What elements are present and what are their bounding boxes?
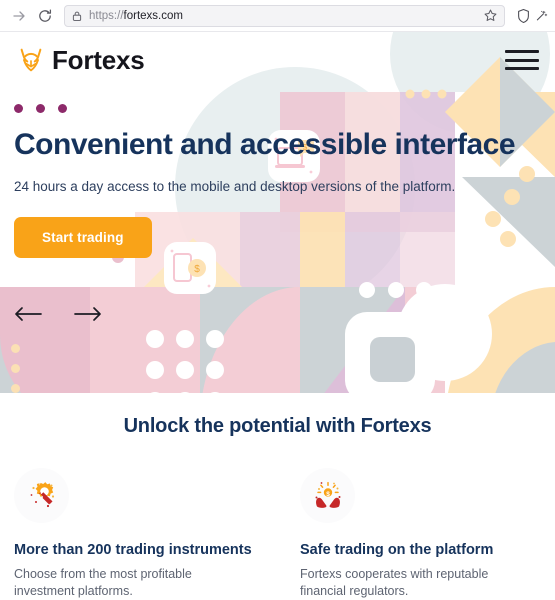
site-header: Fortexs [0, 32, 555, 88]
hero-section: $ $ Fortexs Convenient and accessible in… [0, 32, 555, 393]
hero-subtitle: 24 hours a day access to the mobile and … [14, 178, 456, 194]
forward-button[interactable] [6, 3, 32, 29]
site-logo-text: Fortexs [52, 44, 145, 75]
feature-icon-background [14, 468, 69, 523]
feature-description: Choose from the most profitable investme… [14, 567, 192, 599]
feature-card: More than 200 trading instruments Choose… [14, 468, 255, 600]
feature-title: More than 200 trading instruments [14, 542, 252, 558]
carousel-prev-button[interactable] [14, 304, 44, 324]
extension-button[interactable] [535, 4, 549, 28]
web-page: $ $ Fortexs Convenient and accessible in… [0, 32, 555, 600]
gear-wrench-icon [30, 481, 54, 507]
side-dot [11, 364, 20, 373]
reload-button[interactable] [32, 3, 58, 29]
start-trading-button[interactable]: Start trading [14, 217, 152, 259]
arrow-right-icon [13, 10, 25, 21]
feature-icon-background: $ [300, 468, 355, 523]
url-scheme: https:// [89, 9, 124, 22]
shield-button[interactable] [511, 4, 535, 28]
hero-content: Convenient and accessible interface 24 h… [14, 104, 516, 259]
browser-toolbar: https://fortexs.com [0, 0, 555, 32]
hamburger-line [505, 58, 539, 62]
bookmark-star-icon[interactable] [483, 8, 498, 23]
carousel-navigation [14, 304, 104, 324]
features-grid: More than 200 trading instruments Choose… [0, 468, 555, 600]
hero-title: Convenient and accessible interface [14, 128, 516, 161]
side-dot [11, 384, 20, 393]
side-dot [11, 344, 20, 353]
feature-card: $ Safe trading on the platform Fortexs c… [300, 468, 541, 600]
address-bar[interactable]: https://fortexs.com [64, 4, 505, 27]
url-host: fortexs.com [123, 9, 183, 22]
slide-dot[interactable] [58, 104, 67, 113]
carousel-next-button[interactable] [74, 304, 104, 324]
slide-dot[interactable] [14, 104, 23, 113]
hamburger-menu-icon[interactable] [505, 47, 539, 73]
hero-slide-dots[interactable] [14, 104, 514, 113]
hamburger-line [505, 50, 539, 53]
svg-text:$: $ [194, 264, 200, 275]
sparkle-wand-icon [536, 10, 548, 20]
url-text: https://fortexs.com [89, 10, 477, 22]
slide-dot[interactable] [36, 104, 45, 113]
reload-icon [39, 9, 52, 22]
fox-head-logo-icon [20, 48, 42, 72]
features-section: Unlock the potential with Fortexs More t… [0, 393, 555, 600]
hero-side-dots [11, 344, 20, 393]
svg-text:$: $ [326, 491, 330, 498]
hands-coin-icon: $ [315, 481, 340, 508]
feature-title: Safe trading on the platform [300, 542, 494, 558]
features-heading: Unlock the potential with Fortexs [123, 415, 432, 437]
feature-description: Fortexs cooperates with reputable financ… [300, 567, 489, 599]
shield-icon [517, 8, 529, 23]
hamburger-line [505, 67, 539, 70]
arrow-right-icon [74, 307, 101, 321]
lock-icon [71, 10, 83, 22]
arrow-left-icon [15, 307, 42, 321]
site-logo[interactable]: Fortexs [16, 45, 145, 76]
